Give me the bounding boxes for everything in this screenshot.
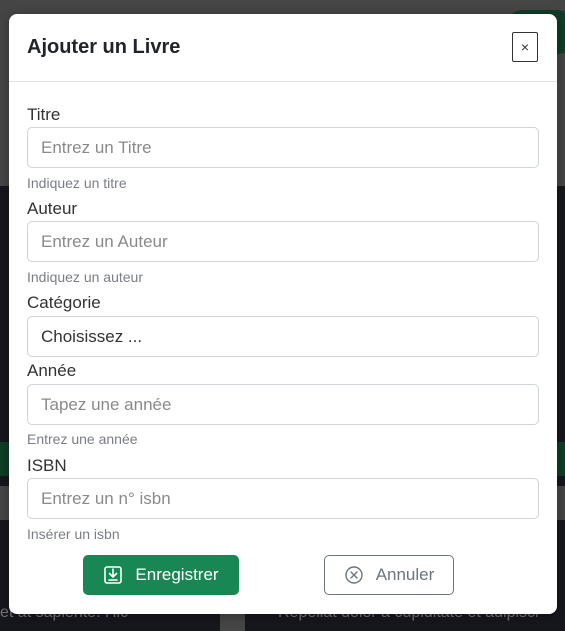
year-input[interactable] bbox=[27, 384, 539, 425]
download-icon bbox=[103, 565, 123, 585]
close-button[interactable]: × bbox=[512, 32, 538, 62]
author-label: Auteur bbox=[27, 199, 78, 218]
isbn-help-text: Insérer un isbn bbox=[27, 526, 120, 542]
title-input[interactable] bbox=[27, 127, 539, 168]
modal-title: Ajouter un Livre bbox=[27, 36, 181, 58]
year-help-text: Entrez une année bbox=[27, 431, 138, 447]
isbn-label: ISBN bbox=[27, 456, 67, 475]
cancel-button-label: Annuler bbox=[375, 565, 435, 584]
author-input[interactable] bbox=[27, 221, 539, 262]
save-button-label: Enregistrer bbox=[135, 565, 219, 584]
isbn-input[interactable] bbox=[27, 478, 539, 519]
year-label: Année bbox=[27, 361, 77, 380]
title-label: Titre bbox=[27, 105, 61, 124]
add-book-modal: Ajouter un Livre × Titre Indiquez un tit… bbox=[9, 14, 557, 614]
category-select[interactable]: Choisissez ... bbox=[27, 316, 539, 357]
author-help-text: Indiquez un auteur bbox=[27, 269, 143, 285]
close-icon: × bbox=[520, 39, 530, 55]
category-label: Catégorie bbox=[27, 293, 101, 312]
title-help-text: Indiquez un titre bbox=[27, 175, 127, 191]
modal-header: Ajouter un Livre × bbox=[9, 14, 557, 82]
circle-x-icon bbox=[344, 565, 364, 585]
save-button[interactable]: Enregistrer bbox=[83, 555, 239, 595]
cancel-button[interactable]: Annuler bbox=[324, 555, 454, 595]
